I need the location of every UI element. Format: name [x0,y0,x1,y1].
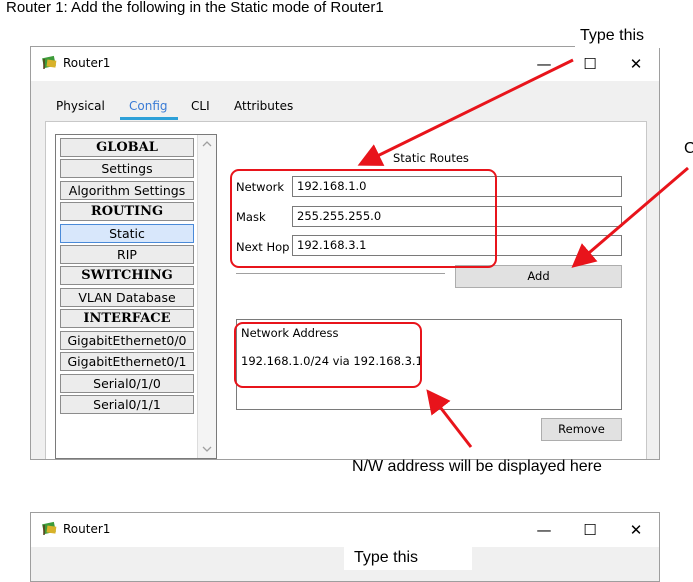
arrow-to-add-button [571,166,689,268]
arrow-to-route-list [426,389,473,448]
annotation-arrows [357,58,689,448]
arrow-to-form [357,58,574,166]
